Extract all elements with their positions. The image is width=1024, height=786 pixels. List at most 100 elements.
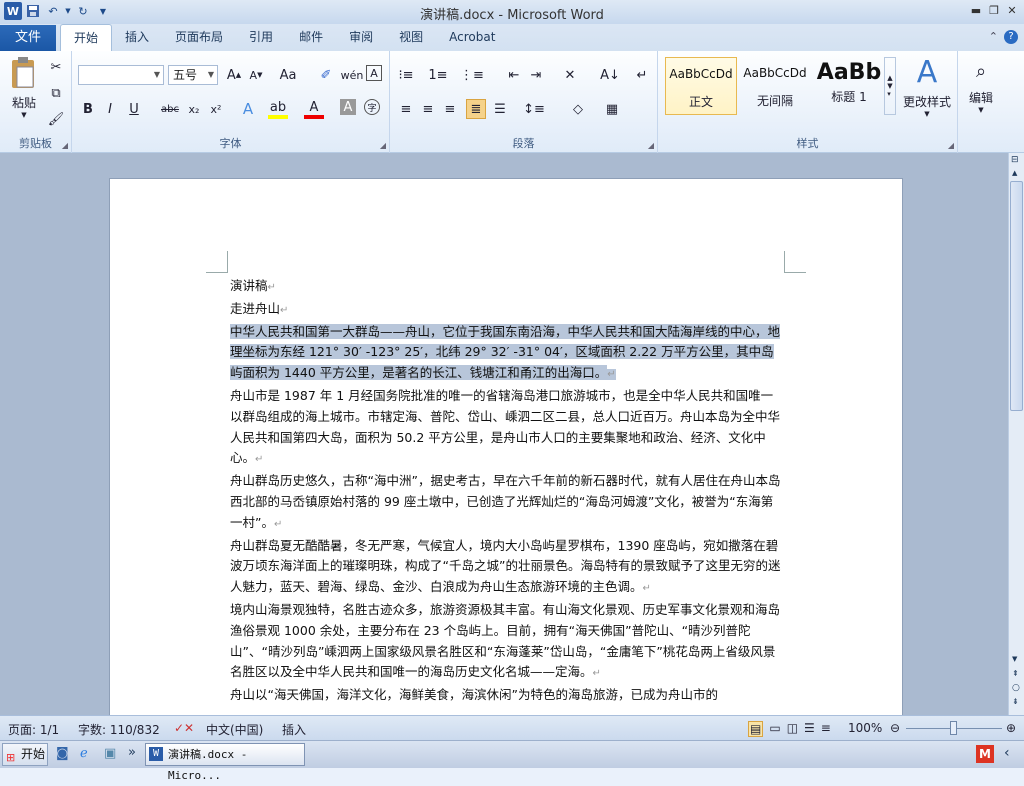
scrollbar-thumb[interactable]: [1010, 181, 1023, 411]
draft-view-icon[interactable]: ≡: [821, 721, 831, 737]
phonetic-guide-icon[interactable]: wén: [341, 65, 364, 85]
style-normal[interactable]: AaBbCcDd 正文: [665, 57, 737, 115]
tab-review[interactable]: 审阅: [336, 24, 386, 51]
quicklaunch-more-icon[interactable]: »: [128, 745, 136, 760]
cut-icon[interactable]: ✂: [46, 57, 66, 77]
numbering-icon[interactable]: 1≡: [428, 65, 448, 85]
minimize-ribbon-icon[interactable]: ⌃: [989, 30, 998, 44]
zoom-out-icon[interactable]: ⊖: [890, 721, 900, 735]
show-desktop-icon[interactable]: ◙: [56, 746, 69, 761]
enclose-characters-icon[interactable]: 字: [364, 99, 380, 115]
align-left-icon[interactable]: ≡: [396, 99, 416, 119]
grow-font-icon[interactable]: A ▲: [224, 65, 244, 85]
word-count[interactable]: 字数: 110/832: [78, 721, 160, 738]
internet-explorer-icon[interactable]: ℯ: [80, 746, 88, 761]
multilevel-list-icon[interactable]: ⋮≡: [460, 65, 484, 85]
document-body[interactable]: 演讲稿↵ 走进舟山↵ 中华人民共和国第一大群岛——舟山，它位于我国东南沿海，中华…: [230, 276, 785, 706]
superscript-icon[interactable]: x²: [206, 99, 226, 119]
tray-expand-icon[interactable]: ‹: [1004, 745, 1010, 761]
tab-home[interactable]: 开始: [60, 24, 113, 51]
help-icon[interactable]: ?: [1004, 30, 1018, 44]
tab-mailings[interactable]: 邮件: [286, 24, 336, 51]
copy-icon[interactable]: ⧉: [46, 83, 66, 103]
styles-dialog-launcher-icon[interactable]: ◢: [948, 141, 954, 150]
doc-paragraph: 舟山市是 1987 年 1 月经国务院批准的唯一的省辖海岛港口旅游城市，也是全中…: [230, 386, 785, 471]
full-screen-reading-icon[interactable]: ▭: [769, 721, 780, 737]
paste-dropdown-icon[interactable]: ▼: [6, 111, 42, 119]
proofing-icon[interactable]: ✓✕: [174, 721, 194, 735]
underline-icon[interactable]: U: [124, 99, 144, 119]
tab-acrobat[interactable]: Acrobat: [436, 24, 508, 51]
show-marks-icon[interactable]: ↵: [632, 65, 652, 85]
zoom-in-icon[interactable]: ⊕: [1006, 721, 1016, 735]
align-right-icon[interactable]: ≡: [440, 99, 460, 119]
web-layout-icon[interactable]: ◫: [787, 721, 798, 737]
character-border-icon[interactable]: A: [366, 65, 382, 81]
bullets-icon[interactable]: ⁝≡: [396, 65, 416, 85]
font-color-icon[interactable]: A: [304, 99, 324, 119]
minimize-button[interactable]: ▬: [968, 2, 984, 18]
start-button[interactable]: ⊞ 开始: [2, 743, 48, 766]
justify-icon[interactable]: ≣: [466, 99, 486, 119]
restore-button[interactable]: ❐: [986, 2, 1002, 18]
scroll-up-icon[interactable]: ▲: [1012, 169, 1017, 177]
previous-page-icon[interactable]: ⇞: [1012, 669, 1019, 678]
zoom-level[interactable]: 100%: [848, 721, 882, 735]
font-size-dropdown-icon[interactable]: ▼: [208, 66, 214, 84]
language-indicator[interactable]: 中文(中国): [206, 721, 263, 738]
vertical-scrollbar[interactable]: ⊟ ▲ ▼ ⇞ ○ ⇟: [1008, 153, 1024, 715]
ruler-toggle-icon[interactable]: ⊟: [1011, 155, 1019, 165]
window-controls: ▬ ❐ ✕: [968, 2, 1020, 18]
text-effects-icon[interactable]: A: [238, 99, 258, 119]
subscript-icon[interactable]: x₂: [184, 99, 204, 119]
sort-icon[interactable]: A↓: [600, 65, 620, 85]
clipboard-dialog-launcher-icon[interactable]: ◢: [62, 141, 68, 150]
scroll-down-icon[interactable]: ▼: [1012, 655, 1017, 663]
browse-object-icon[interactable]: ○: [1012, 683, 1020, 693]
tab-view[interactable]: 视图: [386, 24, 436, 51]
font-dialog-launcher-icon[interactable]: ◢: [380, 141, 386, 150]
borders-icon[interactable]: ▦: [602, 99, 622, 119]
outline-view-icon[interactable]: ☰: [804, 721, 815, 737]
paste-button[interactable]: 粘贴 ▼: [6, 55, 42, 119]
italic-icon[interactable]: I: [100, 99, 120, 119]
tab-references[interactable]: 引用: [236, 24, 286, 51]
bold-icon[interactable]: B: [78, 99, 98, 119]
change-styles-button[interactable]: A 更改样式 ▼: [900, 55, 954, 118]
paragraph-dialog-launcher-icon[interactable]: ◢: [648, 141, 654, 150]
close-button[interactable]: ✕: [1004, 2, 1020, 18]
distributed-icon[interactable]: ☰: [490, 99, 510, 119]
font-size-combo[interactable]: 五号 ▼: [168, 65, 218, 85]
page-count[interactable]: 页面: 1/1: [8, 721, 59, 738]
format-painter-icon[interactable]: 🖌: [46, 109, 66, 129]
shrink-font-icon[interactable]: A ▼: [246, 65, 266, 85]
line-spacing-icon[interactable]: ↕≡: [523, 99, 545, 119]
editing-button[interactable]: ⌕ 编辑 ▼: [962, 55, 1000, 114]
insert-mode[interactable]: 插入: [282, 721, 306, 738]
highlight-icon[interactable]: ab: [268, 99, 288, 119]
print-layout-view-icon[interactable]: ▤: [748, 721, 764, 737]
style-no-spacing[interactable]: AaBbCcDd 无间隔: [739, 57, 811, 115]
document-page[interactable]: 演讲稿↵ 走进舟山↵ 中华人民共和国第一大群岛——舟山，它位于我国东南沿海，中华…: [109, 178, 903, 715]
tab-page-layout[interactable]: 页面布局: [162, 24, 236, 51]
change-case-icon[interactable]: Aa: [278, 65, 298, 85]
next-page-icon[interactable]: ⇟: [1012, 697, 1019, 706]
font-name-dropdown-icon[interactable]: ▼: [154, 66, 160, 84]
font-name-combo[interactable]: ▼: [78, 65, 164, 85]
media-player-icon[interactable]: ▣: [104, 746, 116, 761]
align-center-icon[interactable]: ≡: [418, 99, 438, 119]
styles-gallery-scroll[interactable]: ▲ ▼ ▾: [884, 57, 896, 115]
style-heading-1[interactable]: AaBb 标题 1: [813, 57, 885, 115]
tab-file[interactable]: 文件: [0, 25, 56, 51]
increase-indent-icon[interactable]: ⇥: [526, 65, 546, 85]
shading-icon[interactable]: ◇: [568, 99, 588, 119]
clear-formatting-icon[interactable]: ✐: [316, 65, 336, 85]
taskbar-word-item[interactable]: W 演讲稿.docx - Micro...: [145, 743, 305, 782]
strikethrough-icon[interactable]: abc: [160, 99, 180, 119]
character-shading-icon[interactable]: A: [340, 99, 356, 115]
chinese-layout-icon[interactable]: ✕: [560, 65, 580, 85]
zoom-slider-thumb[interactable]: [950, 721, 957, 735]
tab-insert[interactable]: 插入: [112, 24, 162, 51]
tray-app-icon[interactable]: M: [976, 745, 994, 763]
decrease-indent-icon[interactable]: ⇤: [504, 65, 524, 85]
